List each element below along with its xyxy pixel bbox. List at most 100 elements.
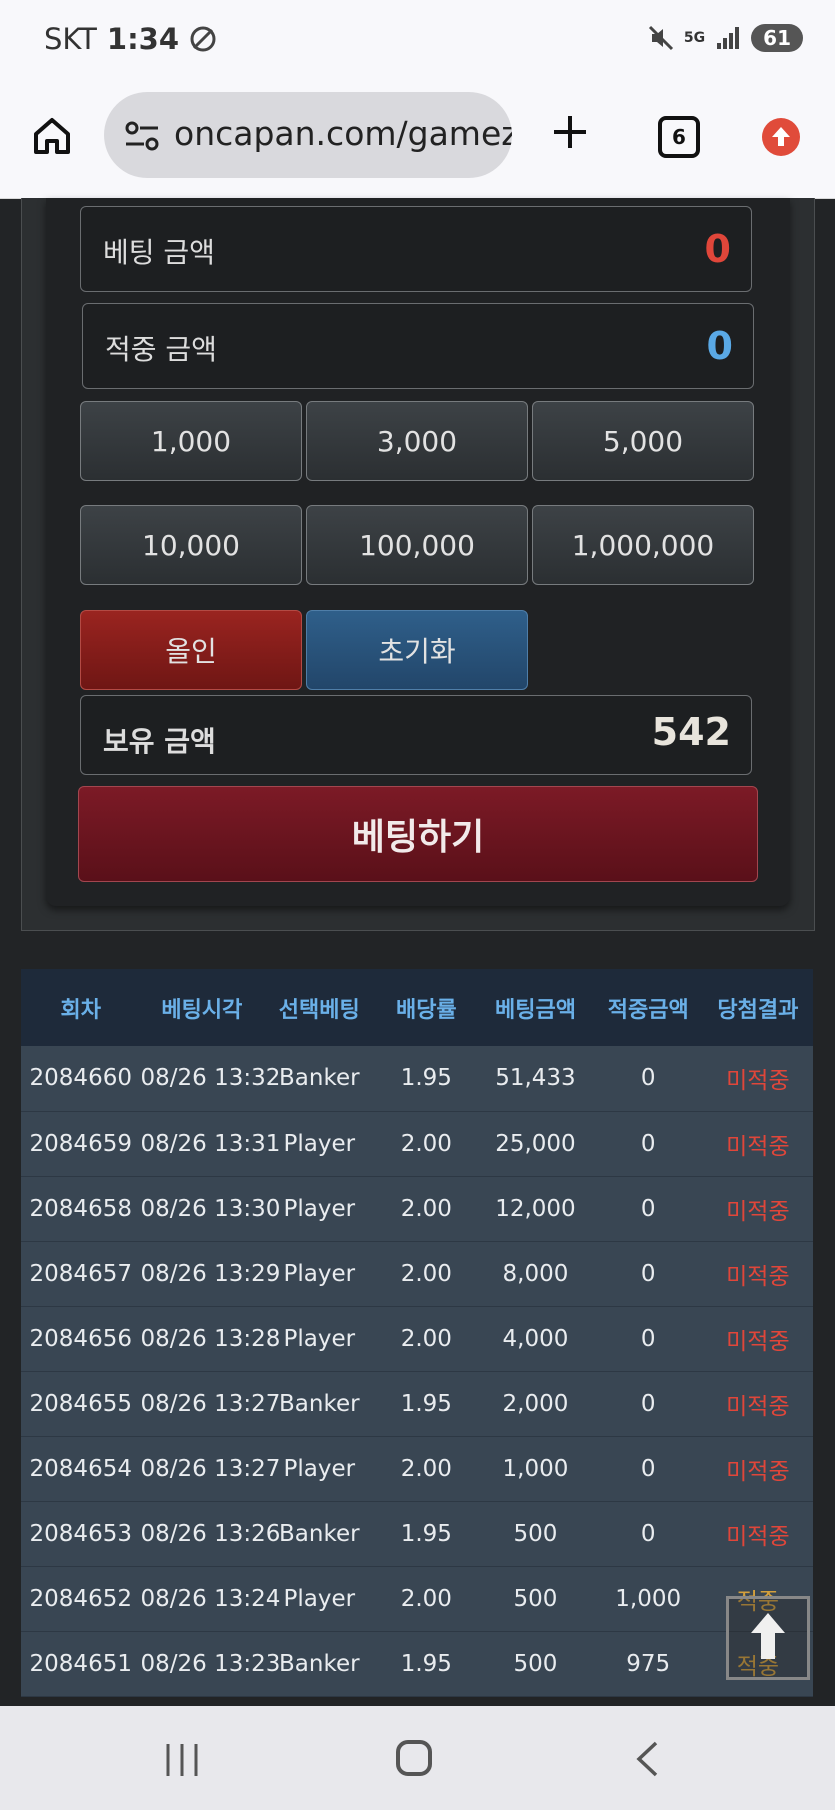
cell-result: 미적중 <box>726 1458 790 1485</box>
cell-round: 2084655 <box>29 1390 132 1417</box>
browser-toolbar: oncapan.com/gamez 6 <box>0 82 835 199</box>
header-win-amount: 적중금액 <box>607 997 689 1023</box>
cell-odds: 2.00 <box>400 1325 452 1352</box>
new-tab-icon[interactable] <box>548 110 592 154</box>
reset-button[interactable]: 초기화 <box>306 610 528 690</box>
cell-bet-time: 08/26 13:31 <box>140 1130 281 1157</box>
table-header-row: 회차 베팅시각 선택베팅 배당률 베팅금액 적중금액 당첨결과 <box>21 969 813 1046</box>
table-row: 2084651 08/26 13:23 Banker 1.95 500 975 적중 <box>21 1631 813 1696</box>
cell-round: 2084658 <box>29 1195 132 1222</box>
cell-round: 2084652 <box>29 1585 132 1612</box>
cell-round: 2084656 <box>29 1325 132 1352</box>
cell-result: 미적중 <box>726 1328 790 1355</box>
carrier-label: SKT <box>44 22 97 56</box>
header-bet-amount: 베팅금액 <box>494 997 576 1023</box>
bet-amount-value: 0 <box>704 227 731 271</box>
signal-icon <box>717 27 740 49</box>
balance-label: 보유 금액 <box>103 725 216 758</box>
all-in-button[interactable]: 올인 <box>80 610 302 690</box>
cell-bet-amount: 25,000 <box>495 1130 576 1157</box>
status-right: 5G 61 <box>648 24 803 52</box>
cell-win-amount: 0 <box>640 1065 656 1092</box>
header-odds: 배당률 <box>395 997 457 1023</box>
back-icon[interactable] <box>634 1740 660 1778</box>
mute-icon <box>648 25 673 51</box>
tab-switcher-button[interactable]: 6 <box>658 116 700 158</box>
cell-result: 미적중 <box>726 1133 790 1160</box>
cell-round: 2084653 <box>29 1520 132 1547</box>
cell-odds: 1.95 <box>400 1650 452 1677</box>
cell-bet-time: 08/26 13:30 <box>140 1195 281 1222</box>
header-result: 당첨결과 <box>717 997 799 1023</box>
cell-bet-time: 08/26 13:32 <box>140 1065 281 1092</box>
cell-round: 2084659 <box>29 1130 132 1157</box>
cell-odds: 2.00 <box>400 1455 452 1482</box>
scroll-to-top-button[interactable] <box>726 1596 810 1680</box>
cell-win-amount: 0 <box>640 1520 656 1547</box>
balance-field: 보유 금액 542 <box>80 695 752 775</box>
network-label: 5G <box>683 30 706 46</box>
cell-odds: 2.00 <box>400 1195 452 1222</box>
balance-value: 542 <box>651 710 731 754</box>
cell-bet-time: 08/26 13:24 <box>140 1585 281 1612</box>
cell-odds: 2.00 <box>400 1585 452 1612</box>
bet-amount-label: 베팅 금액 <box>103 236 215 269</box>
header-bet-time: 베팅시각 <box>161 997 243 1023</box>
cell-win-amount: 0 <box>640 1390 656 1417</box>
chip-100000-button[interactable]: 100,000 <box>306 505 528 585</box>
cell-selection: Banker <box>279 1065 360 1092</box>
cell-odds: 1.95 <box>400 1520 452 1547</box>
cell-bet-time: 08/26 13:27 <box>140 1455 281 1482</box>
table-row: 2084657 08/26 13:29 Player 2.00 8,000 0 미적중 <box>21 1241 813 1306</box>
cell-win-amount: 0 <box>640 1130 656 1157</box>
cell-odds: 2.00 <box>400 1260 452 1287</box>
win-amount-field: 적중 금액 0 <box>82 303 754 389</box>
table-row: 2084656 08/26 13:28 Player 2.00 4,000 0 미적중 <box>21 1306 813 1371</box>
cell-win-amount: 975 <box>626 1650 671 1677</box>
cell-bet-time: 08/26 13:26 <box>140 1520 281 1547</box>
win-amount-label: 적중 금액 <box>105 333 217 366</box>
cell-selection: Banker <box>279 1390 360 1417</box>
cell-bet-time: 08/26 13:28 <box>140 1325 281 1352</box>
cell-result: 미적중 <box>726 1068 790 1095</box>
bet-amount-field: 베팅 금액 0 <box>80 206 752 292</box>
chip-10000-button[interactable]: 10,000 <box>80 505 302 585</box>
cell-result: 미적중 <box>726 1263 790 1290</box>
chip-5000-button[interactable]: 5,000 <box>532 401 754 481</box>
update-icon[interactable] <box>762 118 800 156</box>
cell-bet-amount: 51,433 <box>495 1065 576 1092</box>
cell-round: 2084657 <box>29 1260 132 1287</box>
url-text: oncapan.com/gamez <box>174 114 512 153</box>
cell-bet-amount: 4,000 <box>502 1325 569 1352</box>
bet-history-table: 회차 베팅시각 선택베팅 배당률 베팅금액 적중금액 당첨결과 2084660 0… <box>21 969 813 1709</box>
cell-result: 미적중 <box>726 1198 790 1225</box>
tab-count: 6 <box>672 125 686 149</box>
cell-round: 2084660 <box>29 1065 132 1092</box>
arrow-up-icon <box>751 1613 785 1659</box>
cell-bet-time: 08/26 13:23 <box>140 1650 281 1677</box>
cell-bet-time: 08/26 13:29 <box>140 1260 281 1287</box>
status-left: SKT 1:34 <box>44 22 217 56</box>
chip-1000000-button[interactable]: 1,000,000 <box>532 505 754 585</box>
clock: 1:34 <box>106 22 180 56</box>
place-bet-button[interactable]: 베팅하기 <box>78 786 758 882</box>
cell-round: 2084654 <box>29 1455 132 1482</box>
cell-odds: 1.95 <box>400 1065 452 1092</box>
cell-win-amount: 0 <box>640 1260 656 1287</box>
site-settings-icon[interactable] <box>124 120 160 152</box>
chip-1000-button[interactable]: 1,000 <box>80 401 302 481</box>
no-location-icon <box>190 26 216 52</box>
table-row: 2084655 08/26 13:27 Banker 1.95 2,000 0 미적중 <box>21 1371 813 1436</box>
cell-bet-amount: 500 <box>513 1585 558 1612</box>
home-icon[interactable] <box>30 114 74 158</box>
win-amount-value: 0 <box>706 324 733 368</box>
table-row: 2084659 08/26 13:31 Player 2.00 25,000 0 미적중 <box>21 1111 813 1176</box>
nav-home-icon[interactable] <box>396 1740 432 1776</box>
cell-win-amount: 0 <box>640 1455 656 1482</box>
chip-3000-button[interactable]: 3,000 <box>306 401 528 481</box>
cell-bet-amount: 500 <box>513 1650 558 1677</box>
cell-bet-time: 08/26 13:27 <box>140 1390 281 1417</box>
recent-apps-icon[interactable] <box>162 1742 202 1778</box>
address-bar[interactable]: oncapan.com/gamez <box>104 92 512 178</box>
cell-bet-amount: 2,000 <box>502 1390 569 1417</box>
